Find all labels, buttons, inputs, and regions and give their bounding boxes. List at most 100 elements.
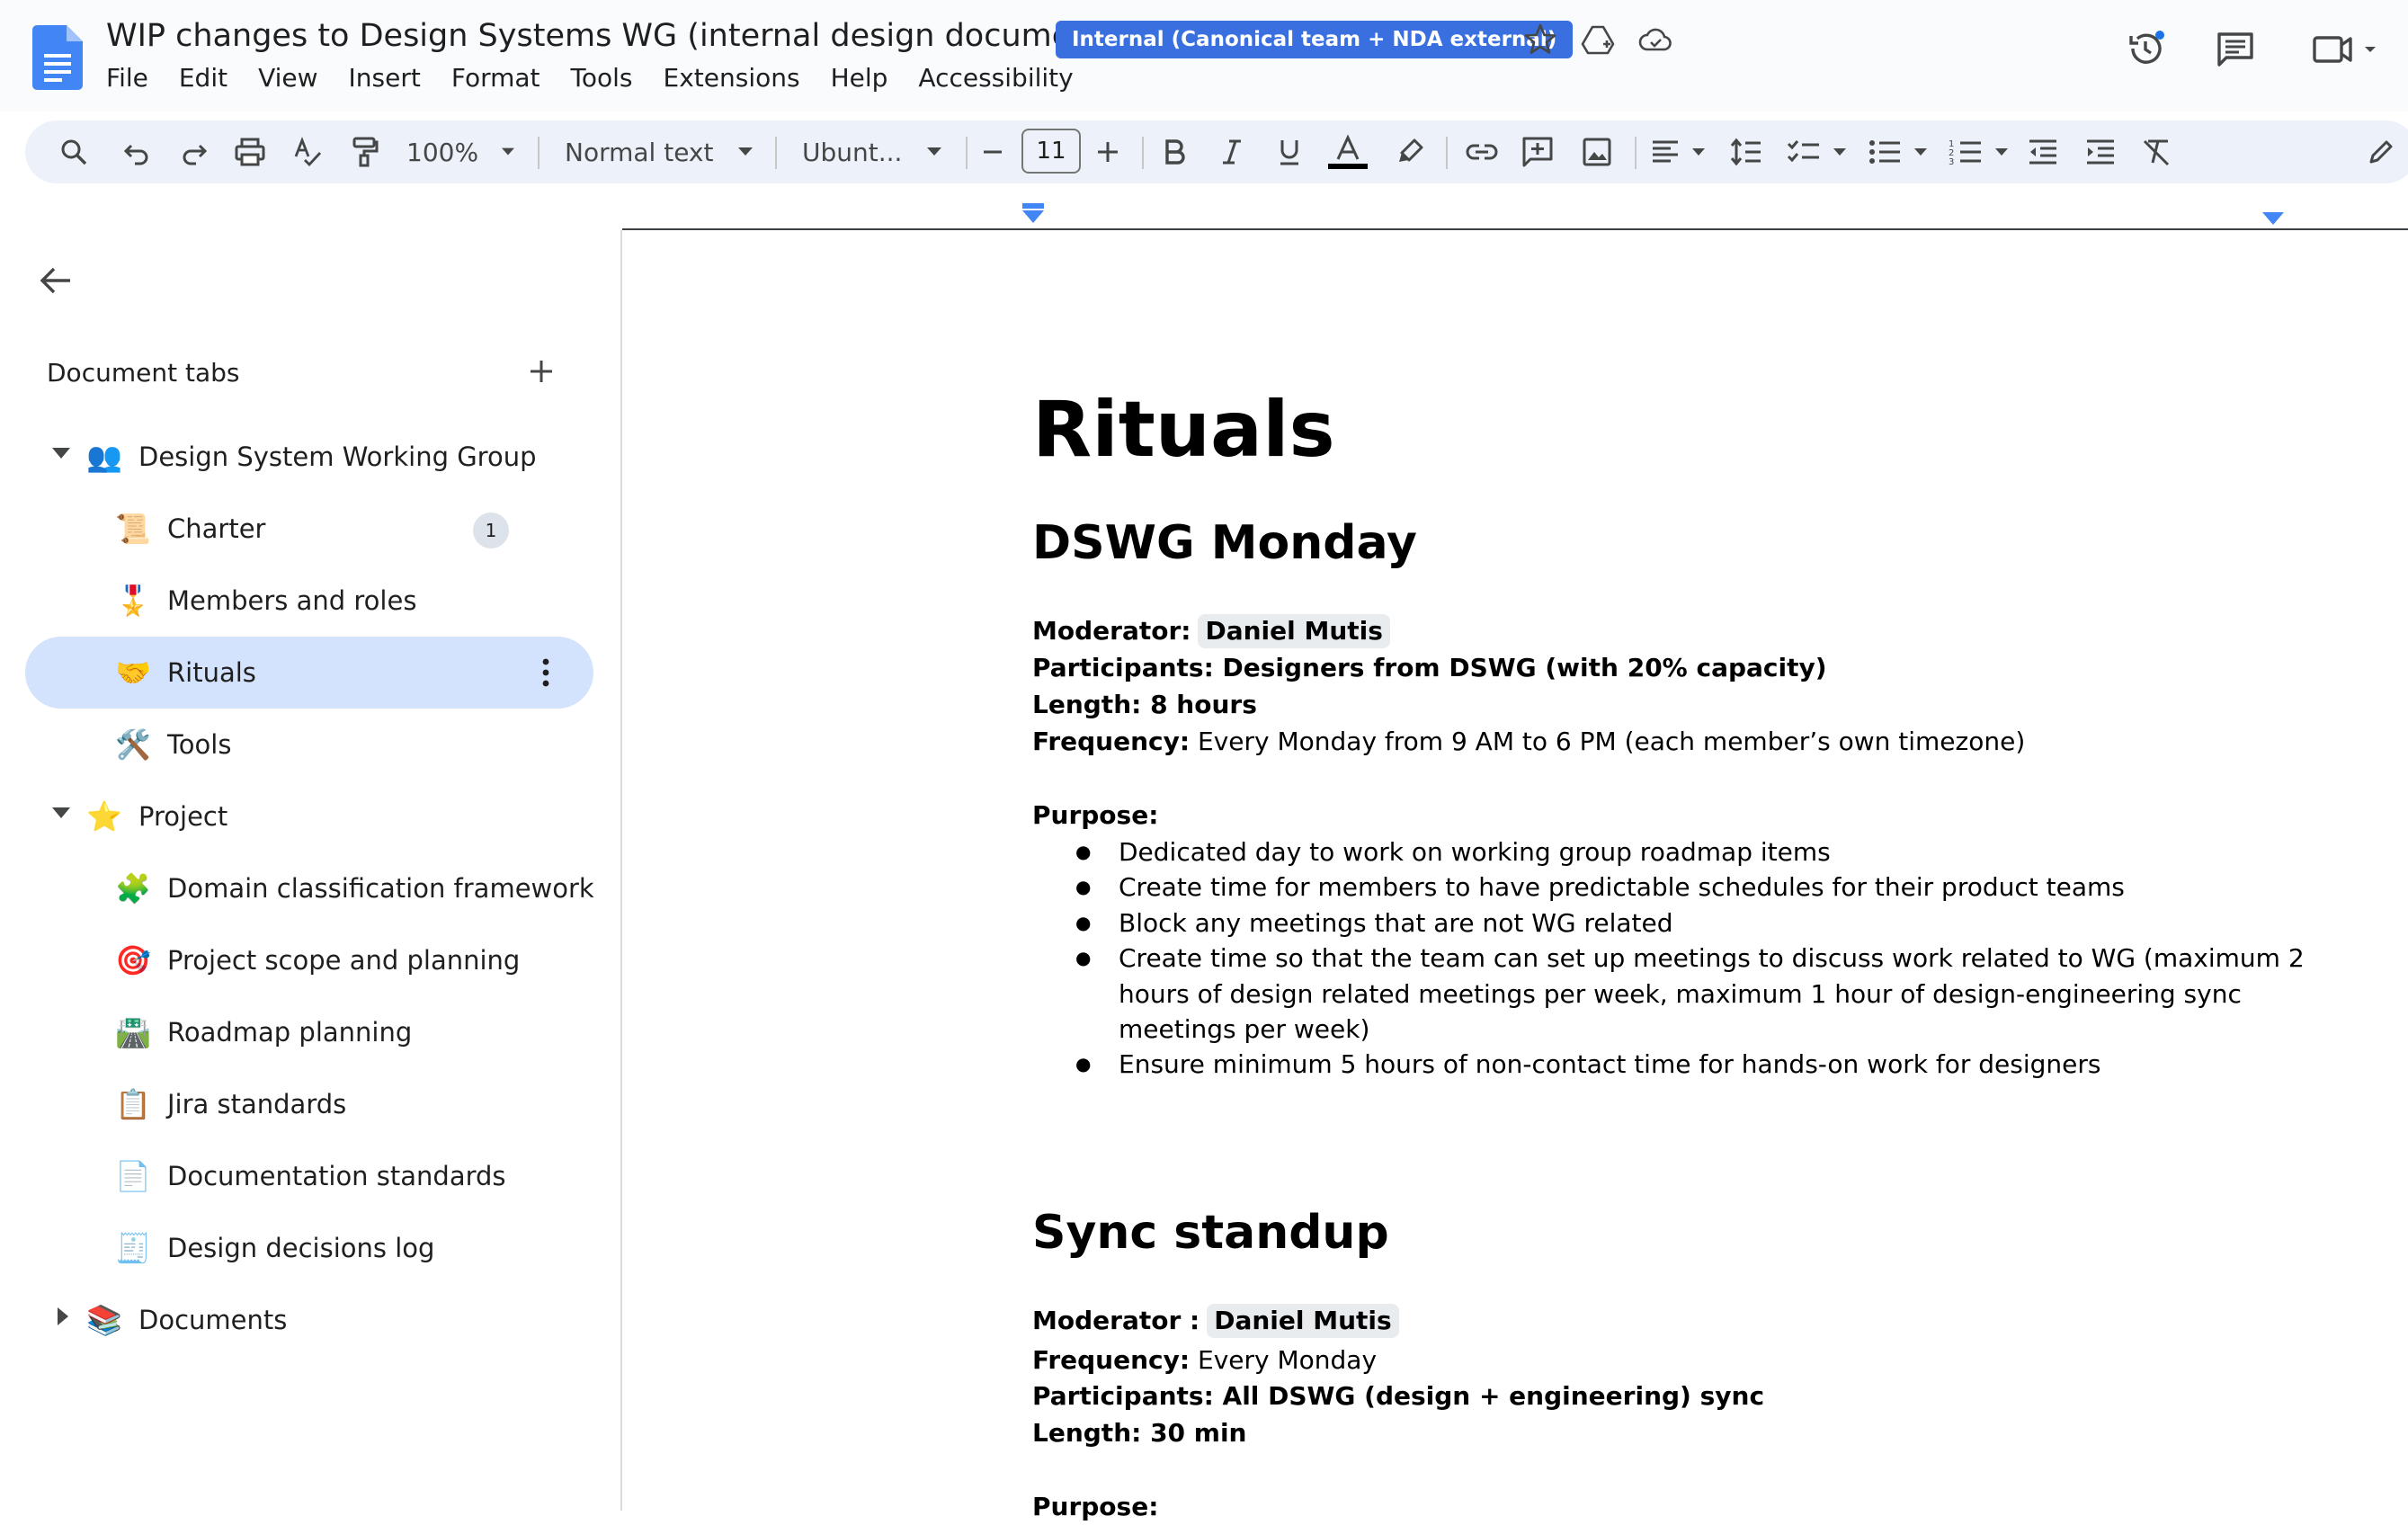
version-history-icon[interactable] [2124,27,2167,70]
decrease-indent-button[interactable] [2023,120,2063,183]
pencil-icon [2369,140,2393,164]
menu-insert[interactable]: Insert [349,63,421,93]
frequency-line: Frequency: Every Monday from 9 AM to 6 P… [1032,724,2025,760]
zoom-select[interactable]: 100% [406,120,514,183]
tab-documents[interactable]: 📚 Documents [25,1284,593,1356]
list-item: Dedicated day to work on working group r… [1032,834,2314,870]
menu-tools[interactable]: Tools [571,63,633,93]
menu-help[interactable]: Help [831,63,888,93]
font-size-input[interactable]: 11 [1021,129,1081,174]
road-icon: 🛣️ [115,1015,151,1049]
star-icon[interactable] [1522,22,1558,58]
more-options-icon[interactable] [541,656,550,689]
first-line-indent-marker[interactable] [1022,203,1044,209]
menu-accessibility[interactable]: Accessibility [918,63,1073,93]
tab-charter[interactable]: 📜 Charter 1 [25,493,593,565]
tab-members-and-roles[interactable]: 🎖️ Members and roles [25,565,593,637]
frequency-value: Every Monday [1198,1345,1378,1375]
purpose-label: Purpose: [1032,1492,1159,1521]
tab-label: Rituals [167,657,256,688]
search-menus-button[interactable] [54,120,94,183]
redo-button[interactable] [174,120,214,183]
align-button[interactable] [1649,120,1708,183]
insert-image-button[interactable] [1577,120,1617,183]
menu-extensions[interactable]: Extensions [664,63,800,93]
puzzle-icon: 🧩 [115,871,151,905]
cloud-saved-icon[interactable] [1637,22,1673,58]
tab-domain-classification-framework[interactable]: 🧩 Domain classification framework [25,852,594,924]
section-heading-sync-standup: Sync standup [1032,1206,1389,1260]
editing-mode-button[interactable] [2363,120,2399,183]
list-item: Block any meetings that are not WG relat… [1032,905,2314,941]
tab-label: Domain classification framework [167,873,594,904]
person-chip[interactable]: Daniel Mutis [1207,1304,1399,1338]
bold-button[interactable] [1156,120,1192,183]
moderator-label: Moderator: [1032,616,1191,646]
menu-view[interactable]: View [258,63,317,93]
text-color-button[interactable] [1325,120,1370,183]
insert-link-button[interactable] [1460,120,1503,183]
chevron-down-icon [502,147,514,156]
font-value: Ubunt... [802,137,903,167]
left-indent-marker[interactable] [1022,210,1044,223]
tab-project-scope-and-planning[interactable]: 🎯 Project scope and planning [25,924,593,996]
paragraph-style-value: Normal text [565,137,714,167]
toolbar-divider [1446,137,1448,169]
paragraph-style-select[interactable]: Normal text [565,120,754,183]
menu-edit[interactable]: Edit [179,63,227,93]
undo-button[interactable] [117,120,156,183]
spelling-check-button[interactable] [288,120,327,183]
line-spacing-button[interactable] [1726,120,1766,183]
comments-icon[interactable] [2214,27,2257,70]
person-chip[interactable]: Daniel Mutis [1198,614,1390,648]
toolbar-divider [966,137,968,169]
handshake-icon: 🤝 [115,655,151,690]
right-indent-marker[interactable] [2262,212,2284,225]
text-color-icon [1328,134,1368,169]
add-tab-button[interactable] [529,356,554,388]
tab-tools[interactable]: 🛠️ Tools [25,709,593,780]
meet-icon[interactable] [2309,27,2381,70]
participants-line: Participants: All DSWG (design + enginee… [1032,1381,1765,1411]
tab-design-system-working-group[interactable]: 👥 Design System Working Group [25,421,593,493]
italic-button[interactable] [1214,120,1250,183]
move-to-drive-icon[interactable] [1580,22,1616,58]
classification-badge[interactable]: Internal (Canonical team + NDA external) [1056,21,1574,58]
menu-file[interactable]: File [106,63,148,93]
zoom-value: 100% [406,137,479,167]
tab-label: Design System Working Group [138,441,537,472]
tab-design-decisions-log[interactable]: 🧾 Design decisions log [25,1212,593,1284]
font-select[interactable]: Ubunt... [802,120,946,183]
print-button[interactable] [230,120,270,183]
tab-project[interactable]: ⭐ Project [25,780,593,852]
docs-logo-icon[interactable] [32,25,83,90]
decrease-font-size-button[interactable] [977,120,1009,183]
tab-documentation-standards[interactable]: 📄 Documentation standards [25,1140,593,1212]
collapse-arrow-icon[interactable] [52,807,70,818]
tab-jira-standards[interactable]: 📋 Jira standards [25,1068,593,1140]
redo-icon [183,144,208,165]
increase-indent-button[interactable] [2081,120,2120,183]
bulleted-list-button[interactable] [1865,120,1933,183]
bulleted-list-icon [1869,140,1927,164]
back-arrow-icon[interactable] [38,263,74,299]
tab-label: Charter [167,513,266,544]
underline-icon [1280,140,1298,165]
increase-font-size-button[interactable] [1092,120,1124,183]
numbered-list-button[interactable]: 123 [1946,120,2014,183]
add-comment-button[interactable] [1518,120,1557,183]
highlight-color-button[interactable] [1390,120,1430,183]
paint-format-button[interactable] [345,120,385,183]
underline-button[interactable] [1271,120,1307,183]
menu-format[interactable]: Format [451,63,540,93]
document-title[interactable]: WIP changes to Design Systems WG (intern… [106,18,1116,54]
people-icon: 👥 [86,440,122,474]
undo-icon [123,144,148,165]
tab-rituals[interactable]: 🤝 Rituals [25,637,593,709]
collapse-arrow-icon[interactable] [52,448,70,459]
tab-roadmap-planning[interactable]: 🛣️ Roadmap planning [25,996,593,1068]
app-header: WIP changes to Design Systems WG (intern… [0,0,2408,111]
checklist-button[interactable] [1786,120,1851,183]
clear-formatting-button[interactable] [2136,120,2176,183]
expand-arrow-icon[interactable] [58,1307,68,1325]
